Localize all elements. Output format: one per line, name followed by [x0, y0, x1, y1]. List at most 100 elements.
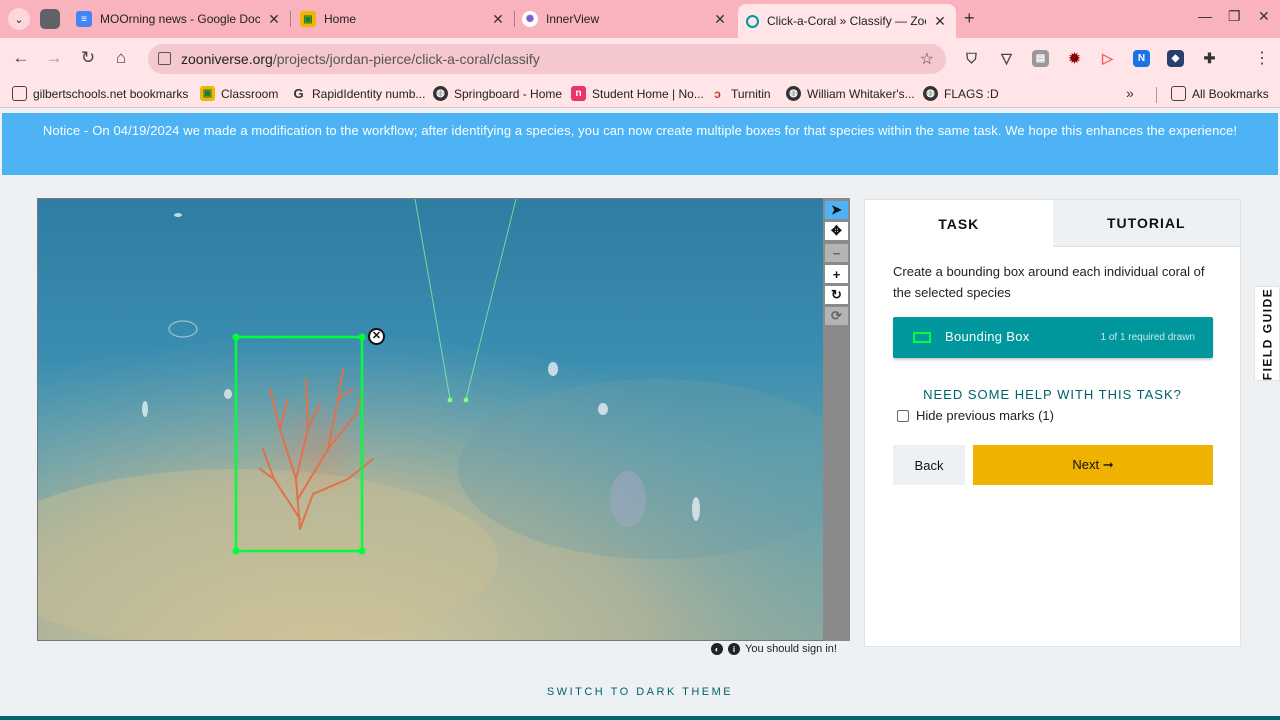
- bookmark-label: gilbertschools.net bookmarks: [33, 86, 189, 101]
- field-guide-button[interactable]: FIELD GUIDE: [1254, 286, 1280, 381]
- close-icon[interactable]: ✕: [712, 11, 728, 28]
- innerview-icon: ✺: [522, 11, 538, 27]
- tab-search-chevron-icon[interactable]: ⌄: [8, 8, 30, 30]
- bookmark-classroom[interactable]: ▣ Classroom: [200, 86, 278, 101]
- viewer-footer: ◐ i You should sign in!: [711, 643, 837, 655]
- bookmark-label: Turnitin: [731, 86, 771, 101]
- extension-square-icon[interactable]: ◆: [1167, 50, 1184, 67]
- subject-image: [38, 199, 849, 640]
- docs-icon: ≡: [76, 11, 92, 27]
- tab-tutorial[interactable]: TUTORIAL: [1052, 200, 1240, 247]
- workflow-notice: Notice - On 04/19/2024 we made a modific…: [2, 113, 1278, 175]
- shield-icon[interactable]: ⛉: [963, 50, 980, 67]
- classroom-icon: ▣: [200, 86, 215, 101]
- chevron-double-right-icon[interactable]: »: [1126, 85, 1134, 101]
- tab-innerview[interactable]: ✺ InnerView ✕: [522, 6, 728, 32]
- globe-icon: ◍: [786, 86, 801, 101]
- all-bookmarks[interactable]: All Bookmarks: [1171, 86, 1269, 101]
- delete-mark-icon[interactable]: ✕: [368, 328, 385, 345]
- task-panel: TASK TUTORIAL Create a bounding box arou…: [864, 199, 1241, 647]
- url-path: /projects/jordan-pierce/click-a-coral/cl…: [272, 51, 540, 67]
- site-info-icon[interactable]: [158, 52, 171, 65]
- bookmark-label: FLAGS :D: [944, 86, 999, 101]
- forward-arrow-icon[interactable]: →: [43, 48, 65, 68]
- restore-icon[interactable]: ❐: [1228, 8, 1241, 25]
- close-icon[interactable]: ✕: [266, 11, 282, 28]
- move-icon[interactable]: ✥: [825, 222, 848, 240]
- folder-icon: [12, 86, 27, 101]
- bookmark-flags[interactable]: ◍ FLAGS :D: [923, 86, 999, 101]
- extension-bug-icon[interactable]: ✹: [1066, 50, 1083, 67]
- bookmark-label: Student Home | No...: [592, 86, 704, 101]
- contrast-icon[interactable]: ◐: [711, 643, 723, 655]
- bookmark-rapididentity[interactable]: G RapidIdentity numb...: [291, 86, 425, 101]
- next-button[interactable]: Next ➞: [973, 445, 1213, 485]
- task-tabs: TASK TUTORIAL: [865, 200, 1240, 247]
- tab-separator: [514, 11, 515, 27]
- bookmark-label: Classroom: [221, 86, 279, 101]
- minimize-icon[interactable]: —: [1198, 8, 1212, 24]
- extension-n-icon[interactable]: N: [1133, 50, 1150, 67]
- task-instruction: Create a bounding box around each indivi…: [893, 264, 1205, 300]
- dark-theme-toggle[interactable]: SWITCH TO DARK THEME: [0, 686, 1280, 698]
- subject-viewer[interactable]: [37, 198, 850, 641]
- extension-gray-icon[interactable]: ▤: [1032, 50, 1049, 67]
- rotate-icon[interactable]: ↻: [825, 286, 848, 304]
- zoom-out-icon[interactable]: −: [825, 244, 848, 262]
- hide-marks-checkbox[interactable]: [897, 409, 909, 422]
- bounding-box-tool[interactable]: Bounding Box 1 of 1 required drawn: [893, 317, 1213, 358]
- back-arrow-icon[interactable]: ←: [10, 48, 32, 68]
- hide-marks-label: Hide previous marks (1): [916, 408, 1054, 423]
- tab-google-docs[interactable]: ≡ MOOrning news - Google Docs ✕: [76, 6, 282, 32]
- extension-play-icon[interactable]: ▷: [1099, 50, 1116, 67]
- tool-label: Bounding Box: [945, 329, 1030, 344]
- classroom-icon: ▣: [300, 11, 316, 27]
- bookmark-turnitin[interactable]: ↄ Turnitin: [710, 86, 771, 101]
- close-icon[interactable]: ✕: [932, 13, 948, 30]
- bookmark-william-whitaker[interactable]: ◍ William Whitaker's...: [786, 86, 915, 101]
- address-bar[interactable]: zooniverse.org/projects/jordan-pierce/cl…: [148, 44, 946, 74]
- task-help-button[interactable]: NEED SOME HELP WITH THIS TASK?: [865, 387, 1240, 402]
- info-icon[interactable]: i: [728, 643, 740, 655]
- sign-in-prompt[interactable]: You should sign in!: [745, 643, 837, 655]
- extensions-puzzle-icon[interactable]: ✚: [1201, 50, 1218, 67]
- field-guide-label: FIELD GUIDE: [1260, 287, 1275, 380]
- back-button[interactable]: Back: [893, 445, 965, 485]
- hide-previous-marks[interactable]: Hide previous marks (1): [897, 408, 1054, 423]
- pointer-icon[interactable]: ➤: [825, 201, 848, 219]
- shield-outline-icon[interactable]: ▽: [998, 50, 1015, 67]
- window-close-icon[interactable]: ✕: [1258, 8, 1270, 25]
- close-icon[interactable]: ✕: [490, 11, 506, 28]
- bookmark-springboard[interactable]: ◍ Springboard - Home: [433, 86, 562, 101]
- url-domain: zooniverse.org: [181, 51, 273, 67]
- url-text: zooniverse.org/projects/jordan-pierce/cl…: [181, 51, 540, 67]
- new-tab-button[interactable]: +: [964, 8, 975, 29]
- tab-strip: ⌄ ≡ MOOrning news - Google Docs ✕ ▣ Home…: [0, 0, 1280, 38]
- bookmarks-divider: [1156, 87, 1157, 103]
- viewer-toolbar: ➤ ✥ − + ↻ ⟳: [823, 198, 850, 641]
- more-menu-icon[interactable]: ⋮: [1254, 48, 1270, 68]
- tab-click-a-coral[interactable]: Click-a-Coral » Classify — Zooni ✕: [738, 4, 956, 38]
- tab-group-icon[interactable]: [40, 9, 60, 29]
- tab-task[interactable]: TASK: [865, 200, 1053, 247]
- tab-separator: [290, 11, 291, 27]
- globe-icon: ◍: [433, 86, 448, 101]
- tab-home[interactable]: ▣ Home ✕: [300, 6, 506, 32]
- bookmark-gilbertschools[interactable]: gilbertschools.net bookmarks: [12, 86, 188, 101]
- bookmark-student-home[interactable]: n Student Home | No...: [571, 86, 704, 101]
- bookmark-label: Springboard - Home: [454, 86, 563, 101]
- tab-title: MOOrning news - Google Docs: [100, 12, 260, 26]
- student-home-icon: n: [571, 86, 586, 101]
- reset-icon[interactable]: ⟳: [825, 307, 848, 325]
- bookmark-star-icon[interactable]: ☆: [920, 49, 934, 69]
- reload-icon[interactable]: ↻: [77, 48, 99, 68]
- browser-toolbar: ← → ↻ ⌂ zooniverse.org/projects/jordan-p…: [0, 38, 1280, 80]
- zooniverse-icon: [746, 14, 759, 28]
- footer-bar: [0, 716, 1280, 720]
- zoom-in-icon[interactable]: +: [825, 265, 848, 283]
- turnitin-icon: ↄ: [714, 86, 721, 101]
- home-icon[interactable]: ⌂: [110, 48, 132, 68]
- rapididentity-icon: G: [293, 86, 304, 101]
- all-bookmarks-label: All Bookmarks: [1192, 86, 1269, 101]
- globe-icon: ◍: [923, 86, 938, 101]
